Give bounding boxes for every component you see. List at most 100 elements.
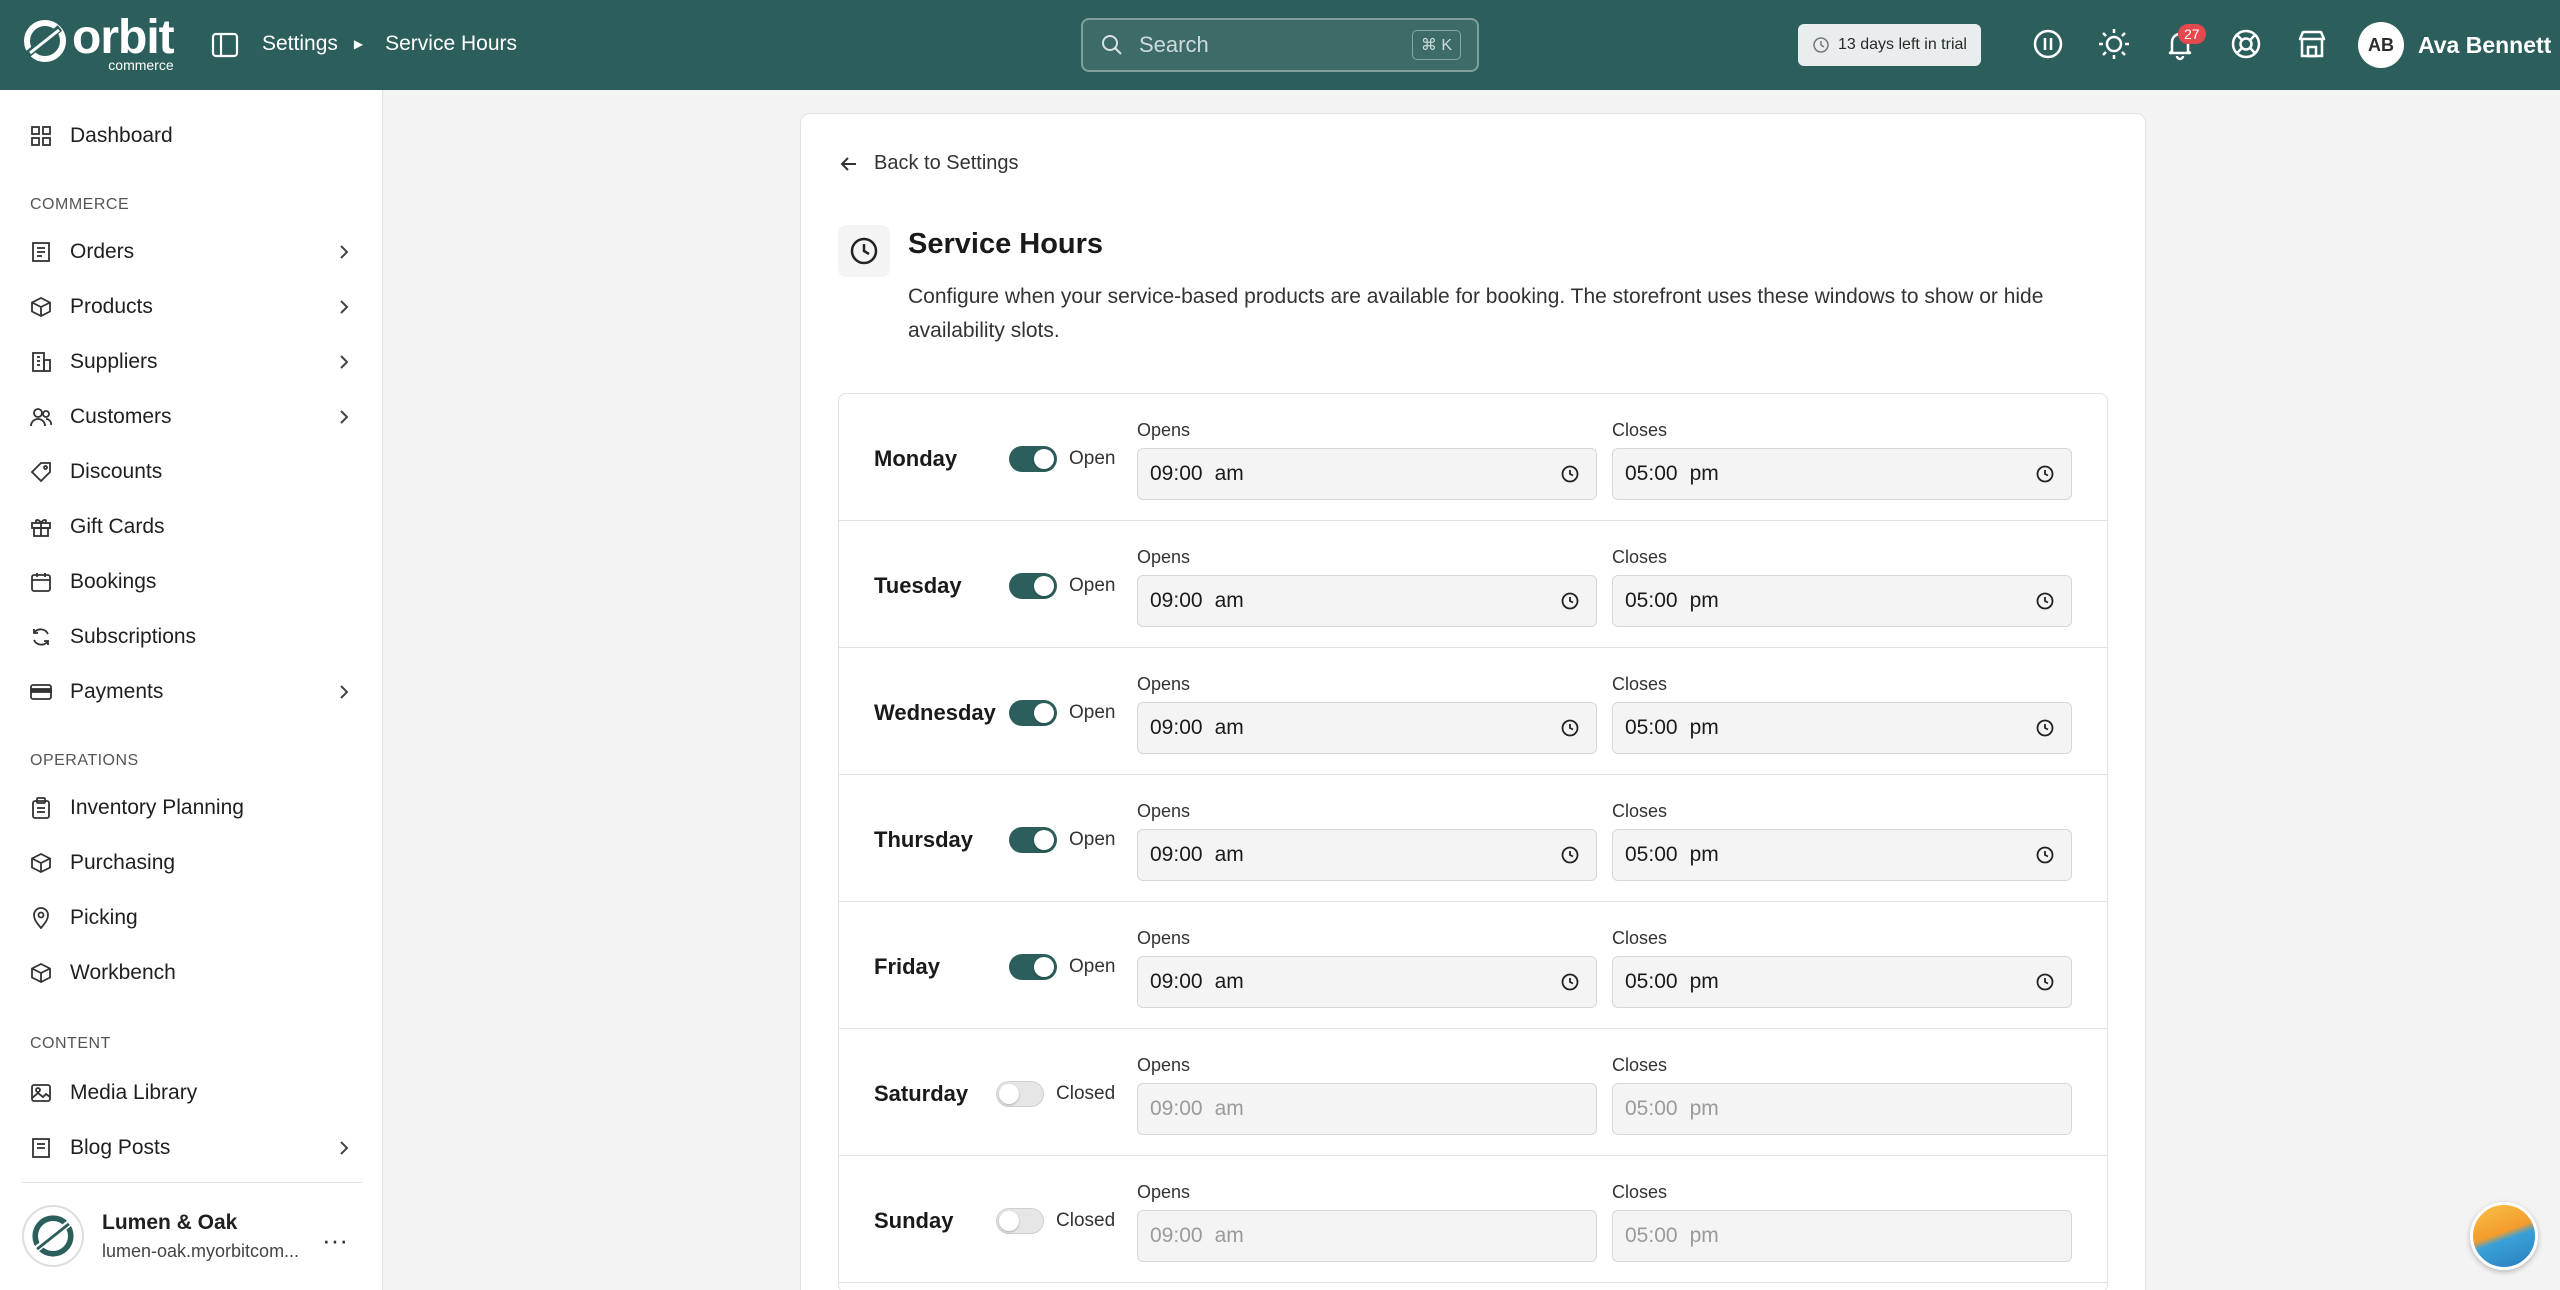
day-open-toggle[interactable] [1009,573,1057,599]
box-icon [31,296,51,318]
sidebar-item-label: Customers [70,405,172,428]
avatar[interactable]: AB [2358,22,2404,68]
more-options-icon[interactable]: ··· [322,1225,348,1256]
opens-time-value: 09:00 [1150,716,1203,739]
closes-time-value: 05:00 [1625,589,1678,612]
sidebar-item-orders[interactable]: Orders [0,228,383,276]
day-row-saturday: Saturday Closed Opens 09:00 am Closes 05:… [838,1029,2108,1156]
clock-icon[interactable] [1560,464,1580,484]
back-to-settings-link[interactable]: Back to Settings [838,152,1019,175]
search-input[interactable]: Search ⌘ K [1081,18,1479,72]
box-icon [31,962,51,984]
clock-icon[interactable] [1560,591,1580,611]
day-row-wednesday: Wednesday Open Opens 09:00 am Closes 05:0… [838,648,2108,775]
clock-icon[interactable] [2035,845,2055,865]
clock-icon[interactable] [1560,972,1580,992]
opens-label: Opens [1137,1182,1191,1202]
clock-icon[interactable] [1560,718,1580,738]
sidebar-item-label: Workbench [70,961,176,984]
closes-time-input[interactable]: 05:00 pm [1612,702,2072,754]
day-open-toggle[interactable] [996,1081,1044,1107]
closes-period-value: pm [1689,462,1719,485]
opens-period-value: am [1214,843,1244,866]
sidebar-item-inventory-planning[interactable]: Inventory Planning [0,784,383,832]
closes-time-input[interactable]: 05:00 pm [1612,575,2072,627]
breadcrumb-settings[interactable]: Settings [262,32,338,56]
sidebar-item-products[interactable]: Products [0,283,383,331]
day-state-label: Open [1069,829,1116,850]
sun-icon[interactable] [2097,27,2131,61]
chevron-right-icon [340,410,349,424]
arrow-left-icon [840,156,856,171]
day-open-toggle[interactable] [1009,827,1057,853]
closes-time-input[interactable]: 05:00 pm [1612,956,2072,1008]
day-open-toggle[interactable] [996,1208,1044,1234]
pin-icon [33,907,49,929]
closes-period-value: pm [1689,1097,1719,1120]
clock-icon[interactable] [2035,972,2055,992]
sidebar-item-workbench[interactable]: Workbench [0,949,383,997]
sidebar-item-label: Gift Cards [70,515,165,538]
back-label: Back to Settings [874,152,1019,174]
card-icon [30,684,52,700]
day-state-label: Open [1069,448,1116,469]
opens-label: Opens [1137,674,1191,694]
opens-label: Opens [1137,928,1191,948]
clock-icon[interactable] [2035,718,2055,738]
day-state-label: Open [1069,575,1116,596]
sidebar-item-label: Suppliers [70,350,158,373]
day-open-toggle[interactable] [1009,954,1057,980]
info-icon[interactable] [2031,27,2065,61]
day-row-friday: Friday Open Opens 09:00 am Closes 05:00 pm [838,902,2108,1029]
help-lifebuoy-icon[interactable] [2229,27,2263,61]
opens-time-input[interactable]: 09:00 am [1137,829,1597,881]
sidebar-item-customers[interactable]: Customers [0,393,383,441]
closes-label: Closes [1612,547,1668,567]
breadcrumb-separator-icon: ▶ [353,37,364,51]
store-name: Lumen & Oak [102,1211,238,1234]
opens-period-value: am [1214,589,1244,612]
clock-icon[interactable] [2035,464,2055,484]
day-label: Friday [874,954,941,979]
sidebar-item-purchasing[interactable]: Purchasing [0,839,383,887]
sidebar-item-label: Picking [70,906,138,929]
sidebar-item-discounts[interactable]: Discounts [0,448,383,496]
refresh-icon [33,628,49,646]
opens-time-input[interactable]: 09:00 am [1137,702,1597,754]
toggle-knob [1034,957,1054,977]
sidebar-item-gift-cards[interactable]: Gift Cards [0,503,383,551]
trial-text: 13 days left in trial [1838,36,1967,53]
closes-time-input[interactable]: 05:00 pm [1612,448,2072,500]
sidebar-item-label: Products [70,295,153,318]
sidebar-item-picking[interactable]: Picking [0,894,383,942]
search-icon [1102,35,1122,55]
assistant-launcher-icon[interactable] [2470,1202,2538,1270]
sidebar-toggle-icon[interactable] [210,30,240,60]
toggle-knob [999,1211,1019,1231]
storefront-icon[interactable] [2295,27,2329,61]
day-open-toggle[interactable] [1009,700,1057,726]
closes-time-value: 05:00 [1625,716,1678,739]
brand-logo[interactable]: orbit commerce [22,14,175,72]
opens-time-input[interactable]: 09:00 am [1137,448,1597,500]
sidebar-item-blog-posts[interactable]: Blog Posts [0,1124,383,1172]
clock-icon[interactable] [2035,591,2055,611]
sidebar-item-bookings[interactable]: Bookings [0,558,383,606]
trial-badge[interactable]: 13 days left in trial [1798,24,1981,66]
sidebar-item-media-library[interactable]: Media Library [0,1069,383,1117]
opens-time-input[interactable]: 09:00 am [1137,575,1597,627]
sidebar-item-suppliers[interactable]: Suppliers [0,338,383,386]
closes-time-input[interactable]: 05:00 pm [1612,829,2072,881]
closes-time-input: 05:00 pm [1612,1210,2072,1262]
opens-time-value: 09:00 [1150,970,1203,993]
store-switcher[interactable]: Lumen & Oak lumen-oak.myorbitcom... ··· [22,1182,362,1272]
opens-time-input[interactable]: 09:00 am [1137,956,1597,1008]
day-open-toggle[interactable] [1009,446,1057,472]
sidebar-item-payments[interactable]: Payments [0,668,383,716]
sidebar-item-subscriptions[interactable]: Subscriptions [0,613,383,661]
toggle-knob [1034,576,1054,596]
sidebar-item-dashboard[interactable]: Dashboard [0,112,383,160]
user-name[interactable]: Ava Bennett [2418,32,2551,59]
day-state-label: Closed [1056,1083,1116,1104]
clock-icon[interactable] [1560,845,1580,865]
